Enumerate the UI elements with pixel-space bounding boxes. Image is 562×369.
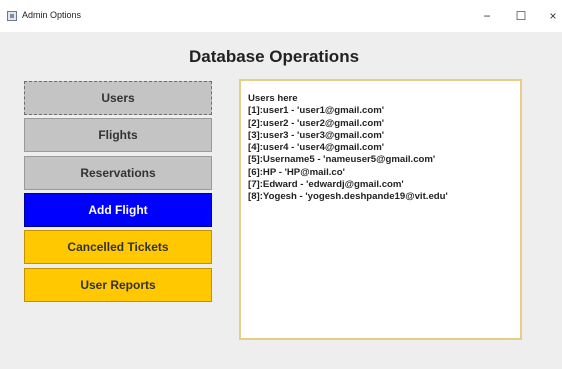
title-bar: Admin Options − ☐ ×	[0, 0, 562, 32]
users-button[interactable]: Users	[24, 81, 212, 115]
reservations-button[interactable]: Reservations	[24, 156, 212, 190]
output-line: [4]:user4 - 'user4@gmail.com'	[248, 142, 385, 154]
output-line: [7]:Edward - 'edwardj@gmail.com'	[248, 179, 404, 191]
output-line: [5]:Username5 - 'nameuser5@gmail.com'	[248, 154, 436, 166]
close-icon[interactable]: ×	[539, 6, 562, 26]
page-title: Database Operations	[188, 47, 360, 66]
output-line: [8]:Yogesh - 'yogesh.deshpande19@vit.edu…	[248, 191, 448, 203]
output-line: [1]:user1 - 'user1@gmail.com'	[248, 105, 385, 117]
output-line: [2]:user2 - 'user2@gmail.com'	[248, 117, 385, 129]
add-flight-button[interactable]: Add Flight	[24, 193, 212, 227]
output-header: Users here	[248, 93, 298, 104]
minimize-icon[interactable]: −	[473, 6, 501, 26]
window-title: Admin Options	[22, 10, 82, 20]
cancelled-tickets-button[interactable]: Cancelled Tickets	[24, 230, 212, 264]
flights-button[interactable]: Flights	[24, 118, 212, 152]
output-text-area[interactable]: Users here [1]:user1 - 'user1@gmail.com'…	[239, 79, 522, 340]
output-line: [6]:HP - 'HP@mail.co'	[248, 166, 345, 178]
java-app-icon	[7, 11, 17, 21]
user-reports-button[interactable]: User Reports	[24, 268, 212, 302]
output-line: [3]:user3 - 'user3@gmail.com'	[248, 129, 385, 141]
maximize-icon[interactable]: ☐	[507, 6, 535, 26]
